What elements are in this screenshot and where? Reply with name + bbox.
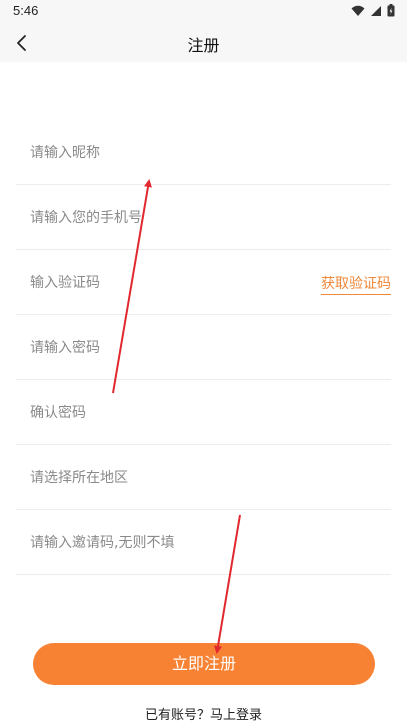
password-row xyxy=(16,315,391,381)
nav-bar: 注册 xyxy=(0,24,407,62)
password-input[interactable] xyxy=(28,315,312,381)
phone-row xyxy=(16,185,391,251)
battery-icon xyxy=(387,4,395,17)
invite-code-input[interactable] xyxy=(28,510,312,576)
confirm-password-row xyxy=(16,380,391,446)
code-row: 获取验证码 xyxy=(16,250,391,316)
page-title: 注册 xyxy=(187,36,220,55)
invite-code-row xyxy=(16,510,391,576)
phone-input[interactable] xyxy=(28,185,312,251)
confirm-password-input[interactable] xyxy=(28,380,312,446)
region-row xyxy=(16,445,391,511)
region-select[interactable] xyxy=(28,445,312,511)
status-bar: 5:46 xyxy=(0,0,407,24)
nickname-input[interactable] xyxy=(28,120,312,186)
verification-code-input[interactable] xyxy=(28,250,312,316)
signal-icon xyxy=(371,5,381,16)
login-link[interactable]: 已有账号？马上登录 xyxy=(0,704,407,723)
status-icons xyxy=(351,4,395,17)
get-code-button[interactable]: 获取验证码 xyxy=(321,273,391,295)
register-button[interactable]: 立即注册 xyxy=(33,643,375,685)
register-form: 获取验证码 xyxy=(16,120,391,576)
nickname-row xyxy=(16,120,391,186)
status-time: 5:46 xyxy=(13,3,39,18)
wifi-icon xyxy=(351,5,365,16)
